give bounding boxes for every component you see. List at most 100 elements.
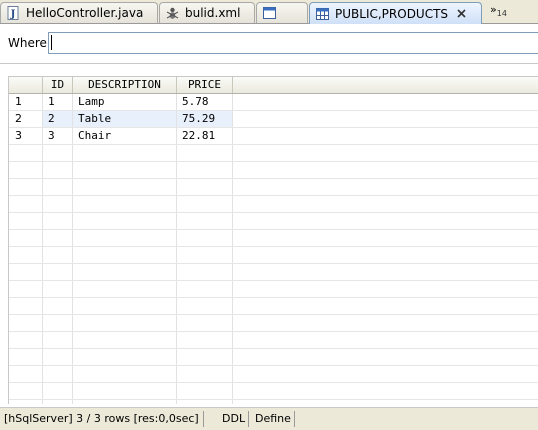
empty-grid-cell [73,281,177,297]
empty-grid-cell [43,230,73,246]
empty-grid-row [9,264,538,281]
empty-grid-cell [177,281,233,297]
empty-grid-cell [9,213,43,229]
empty-grid-cell [73,332,177,348]
column-header-price[interactable]: PRICE [177,77,233,93]
empty-grid-cell [73,349,177,365]
table-icon [316,7,329,21]
empty-grid-cell [9,315,43,331]
column-header-description[interactable]: DESCRIPTION [73,77,177,93]
empty-grid-cell [233,162,538,178]
window-icon [263,6,276,20]
table-row[interactable]: 2 2 Table 75.29 [9,111,538,128]
empty-grid-cell [43,247,73,263]
empty-grid-cell [177,332,233,348]
empty-grid-row [9,366,538,383]
empty-grid-cell [177,145,233,161]
empty-grid-cell [43,383,73,399]
cell-description[interactable]: Table [73,111,177,127]
cell-id[interactable]: 2 [43,111,73,127]
ddl-button[interactable]: DDL [219,411,250,427]
ant-build-icon [166,6,179,20]
cell-price[interactable]: 75.29 [177,111,233,127]
empty-grid-cell [43,145,73,161]
empty-grid-cell [43,213,73,229]
row-filler [233,111,538,127]
cell-description[interactable]: Chair [73,128,177,144]
empty-grid-cell [43,332,73,348]
empty-grid-cell [233,213,538,229]
tab-build-xml[interactable]: bulid.xml [159,2,255,23]
empty-grid-cell [233,196,538,212]
empty-grid-cell [43,400,73,404]
empty-grid-cell [9,383,43,399]
empty-grid-cell [233,366,538,382]
tab-untitled-view[interactable] [256,2,308,23]
empty-grid-cell [43,162,73,178]
where-filter-bar: Where: [0,24,538,64]
empty-grid-cell [73,400,177,404]
empty-grid-cell [177,230,233,246]
empty-grid-cell [177,383,233,399]
column-header-rownum[interactable] [9,77,43,93]
cell-description[interactable]: Lamp [73,94,177,110]
empty-grid-row [9,281,538,298]
empty-grid-cell [9,230,43,246]
table-row[interactable]: 1 1 Lamp 5.78 [9,94,538,111]
empty-grid-cell [177,264,233,280]
empty-grid-cell [73,383,177,399]
column-header-id[interactable]: ID [43,77,73,93]
status-text: [hSqlServer] 3 / 3 rows [res:0,0sec] [4,411,204,427]
where-input[interactable] [48,32,538,54]
empty-grid-cell [43,281,73,297]
empty-grid-row [9,332,538,349]
empty-grid-cell [233,383,538,399]
row-number: 2 [9,111,43,127]
empty-grid-cell [177,366,233,382]
empty-grid-cell [9,400,43,404]
empty-grid-cell [233,349,538,365]
empty-grid-row [9,247,538,264]
cell-price[interactable]: 22.81 [177,128,233,144]
empty-grid-cell [73,298,177,314]
empty-grid-cell [177,298,233,314]
empty-grid-cell [233,264,538,280]
empty-grid-cell [73,196,177,212]
cell-id[interactable]: 3 [43,128,73,144]
empty-grid-cell [9,247,43,263]
empty-grid-cell [73,145,177,161]
empty-grid-cell [233,179,538,195]
empty-grid-cell [9,366,43,382]
empty-grid-row [9,196,538,213]
cell-price[interactable]: 5.78 [177,94,233,110]
cell-id[interactable]: 1 [43,94,73,110]
empty-grid-cell [73,213,177,229]
empty-grid-cell [233,281,538,297]
empty-grid-row [9,298,538,315]
empty-grid-row [9,145,538,162]
tab-label: HelloController.java [26,6,144,20]
empty-grid-cell [9,196,43,212]
empty-grid-cell [43,196,73,212]
tab-label: PUBLIC,PRODUCTS [335,6,449,21]
status-bar: [hSqlServer] 3 / 3 rows [res:0,0sec] DDL… [0,407,538,430]
where-label: Where: [8,36,51,50]
empty-grid-cell [43,349,73,365]
empty-grid-cell [43,315,73,331]
chevron-right-double-icon: » [490,3,497,16]
empty-grid-cell [177,179,233,195]
tab-overflow-button[interactable]: »14 [490,3,507,21]
tab-public-products[interactable]: PUBLIC,PRODUCTS [309,2,482,24]
empty-grid-cell [43,366,73,382]
svg-text:J: J [10,9,16,20]
empty-grid-row [9,213,538,230]
empty-grid-cell [233,298,538,314]
empty-grid-cell [43,264,73,280]
empty-grid-row [9,349,538,366]
define-button[interactable]: Define [252,411,295,427]
close-icon[interactable] [456,8,467,19]
results-grid[interactable]: ID DESCRIPTION PRICE 1 1 Lamp 5.78 2 2 T… [8,76,538,404]
table-row[interactable]: 3 3 Chair 22.81 [9,128,538,145]
tab-hello-controller[interactable]: J HelloController.java [0,2,158,23]
empty-grid-cell [9,162,43,178]
